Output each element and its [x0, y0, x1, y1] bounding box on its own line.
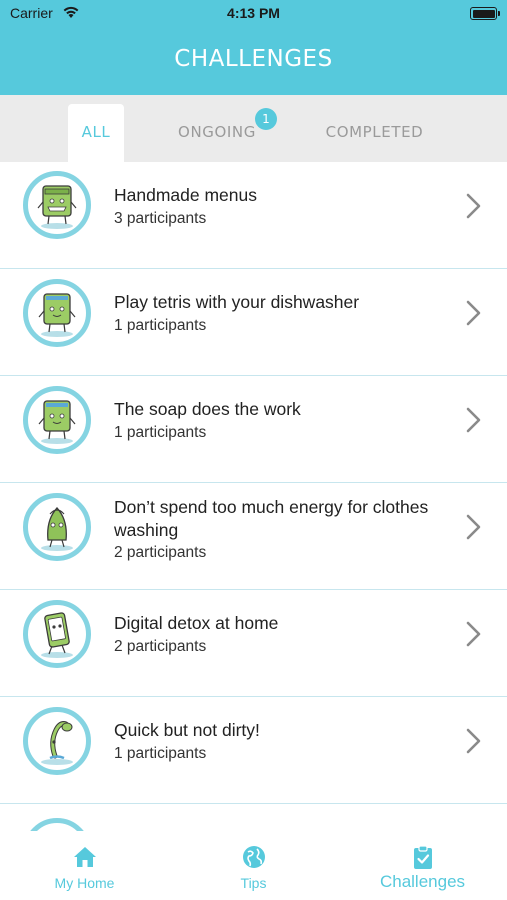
- challenge-list[interactable]: Handmade menus 3 participants Play tetri…: [0, 162, 507, 831]
- home-icon: [74, 847, 96, 867]
- participant-count: 2 participants: [114, 638, 207, 655]
- challenge-title: Don’t spend too much energy for clothes …: [114, 497, 429, 540]
- challenge-row[interactable]: Don’t spend too much energy for clothes …: [0, 483, 507, 590]
- participant-count: 3 participants: [114, 210, 207, 227]
- participant-count: 1 participants: [114, 424, 207, 441]
- washing-machine-character-icon: [23, 386, 91, 454]
- participant-count: 1 participants: [114, 317, 207, 334]
- tab-all[interactable]: ALL: [68, 104, 124, 162]
- washing-machine-character-icon: [23, 279, 91, 347]
- challenge-title: Handmade menus: [114, 185, 257, 205]
- tablet-character-icon: [23, 600, 91, 668]
- challenge-title: Digital detox at home: [114, 613, 279, 633]
- tab-completed[interactable]: COMPLETED: [312, 104, 437, 162]
- chevron-right-icon: [466, 728, 481, 754]
- tab-bar-my-home[interactable]: My Home: [0, 831, 169, 900]
- challenge-filter-tabs: ALL ONGOING COMPLETED: [0, 95, 507, 162]
- page-title: CHALLENGES: [174, 46, 333, 72]
- shower-character-icon: [23, 707, 91, 775]
- tab-bar-label: Challenges: [379, 872, 466, 891]
- challenge-row[interactable]: [0, 804, 507, 831]
- iron-character-icon: [23, 493, 91, 561]
- chevron-right-icon: [466, 193, 481, 219]
- chevron-right-icon: [466, 300, 481, 326]
- dishwasher-character-icon: [23, 171, 91, 239]
- challenge-row[interactable]: Play tetris with your dishwasher 1 parti…: [0, 269, 507, 376]
- chevron-right-icon: [466, 621, 481, 647]
- participant-count: 1 participants: [114, 745, 207, 762]
- tab-ongoing[interactable]: ONGOING: [166, 104, 268, 162]
- challenge-row[interactable]: Quick but not dirty! 1 participants: [0, 697, 507, 804]
- tab-bar-tips[interactable]: Tips: [169, 831, 338, 900]
- challenge-title: Quick but not dirty!: [114, 720, 260, 740]
- tab-bar-challenges[interactable]: Challenges: [338, 831, 507, 900]
- chevron-right-icon: [466, 514, 481, 540]
- ongoing-count-badge: 1: [255, 108, 277, 130]
- challenge-row[interactable]: The soap does the work 1 participants: [0, 376, 507, 483]
- clock: 4:13 PM: [227, 5, 280, 21]
- challenge-title: The soap does the work: [114, 399, 301, 419]
- challenge-title: Play tetris with your dishwasher: [114, 292, 360, 312]
- participant-count: 2 participants: [114, 544, 207, 561]
- battery-icon: [470, 7, 500, 20]
- challenge-row[interactable]: Digital detox at home 2 participants: [0, 590, 507, 697]
- challenge-row[interactable]: Handmade menus 3 participants: [0, 162, 507, 269]
- chevron-right-icon: [466, 407, 481, 433]
- status-bar: Carrier 4:13 PM: [0, 0, 507, 28]
- navigation-bar: CHALLENGES: [0, 28, 507, 95]
- tab-bar-label: Tips: [240, 875, 267, 891]
- tab-bar-label: My Home: [54, 875, 115, 891]
- challenge-character-icon: [23, 818, 91, 831]
- bottom-tab-bar: My Home Tips Challenges: [0, 831, 507, 900]
- clipboard-check-icon: [414, 845, 432, 869]
- globe-icon: [243, 846, 265, 868]
